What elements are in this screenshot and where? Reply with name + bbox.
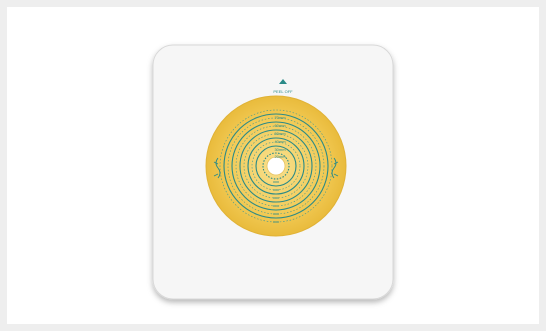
- top-label: PEEL OFF: [273, 89, 293, 94]
- ring-label: 40mm: [274, 139, 286, 144]
- ring-label: 60mm: [274, 123, 286, 128]
- ring-label: 50mm: [274, 131, 286, 136]
- ring-label: 70mm: [274, 115, 286, 120]
- center-hole: [266, 156, 286, 176]
- ring-label: 20mm: [274, 154, 286, 159]
- ring-label: 30mm: [274, 147, 286, 152]
- product-photo: PEEL OFF 70mm 60mm 50mm 40mm 30mm 20mm: [152, 44, 394, 300]
